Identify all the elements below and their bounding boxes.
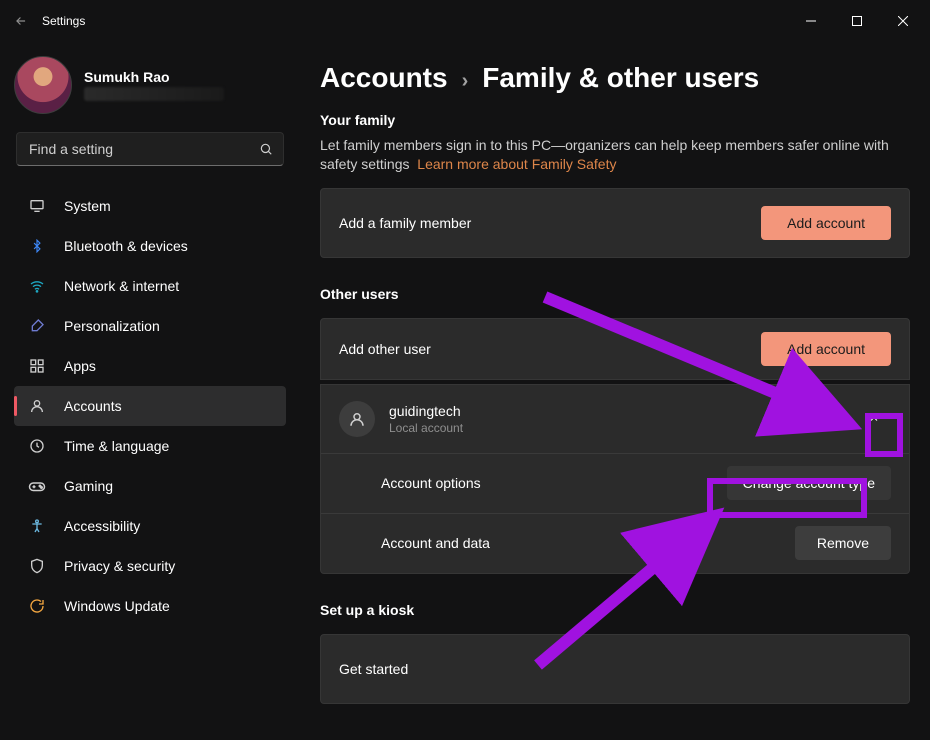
arrow-left-icon <box>14 14 28 28</box>
window-close[interactable] <box>880 0 926 42</box>
account-options-label: Account options <box>381 475 481 491</box>
accessibility-icon <box>28 517 46 535</box>
nav-accounts[interactable]: Accounts <box>14 386 286 426</box>
update-icon <box>28 597 46 615</box>
nav-apps[interactable]: Apps <box>14 346 286 386</box>
add-family-card: Add a family member Add account <box>320 188 910 258</box>
profile-email-redacted <box>84 87 224 101</box>
paintbrush-icon <box>28 317 46 335</box>
remove-account-button[interactable]: Remove <box>795 526 891 560</box>
change-account-type-button[interactable]: Change account type <box>727 466 891 500</box>
system-icon <box>28 197 46 215</box>
family-description: Let family members sign in to this PC—or… <box>320 136 910 174</box>
account-options-row: Account options Change account type <box>321 453 909 513</box>
apps-icon <box>28 357 46 375</box>
shield-icon <box>28 557 46 575</box>
user-avatar-icon <box>339 401 375 437</box>
nav-label: Gaming <box>64 478 113 494</box>
other-users-card: Add other user Add account <box>320 318 910 380</box>
user-type: Local account <box>389 421 463 435</box>
add-other-user-row: Add other user Add account <box>321 319 909 379</box>
other-users-heading: Other users <box>320 286 910 302</box>
add-family-account-button[interactable]: Add account <box>761 206 891 240</box>
chevron-up-icon <box>868 413 880 425</box>
nav-personalization[interactable]: Personalization <box>14 306 286 346</box>
add-family-label: Add a family member <box>339 215 471 231</box>
search-field[interactable] <box>16 132 284 166</box>
wifi-icon <box>28 277 46 295</box>
window-minimize[interactable] <box>788 0 834 42</box>
nav-bluetooth[interactable]: Bluetooth & devices <box>14 226 286 266</box>
family-safety-link[interactable]: Learn more about Family Safety <box>417 156 616 172</box>
add-other-user-label: Add other user <box>339 341 431 357</box>
profile-block[interactable]: Sumukh Rao <box>14 52 286 132</box>
search-icon <box>259 142 273 156</box>
minimize-icon <box>806 16 816 26</box>
nav-time[interactable]: Time & language <box>14 426 286 466</box>
content: Accounts › Family & other users Your fam… <box>300 42 930 740</box>
nav-system[interactable]: System <box>14 186 286 226</box>
nav-label: Privacy & security <box>64 558 175 574</box>
breadcrumb-leaf: Family & other users <box>482 62 759 94</box>
breadcrumb: Accounts › Family & other users <box>320 62 910 94</box>
collapse-button[interactable] <box>857 402 891 436</box>
person-icon <box>28 397 46 415</box>
user-name: guidingtech <box>389 403 463 419</box>
family-heading: Your family <box>320 112 910 128</box>
kiosk-heading: Set up a kiosk <box>320 602 910 618</box>
window-maximize[interactable] <box>834 0 880 42</box>
nav-label: Windows Update <box>64 598 170 614</box>
clock-icon <box>28 437 46 455</box>
nav-label: Bluetooth & devices <box>64 238 188 254</box>
nav-label: Apps <box>64 358 96 374</box>
nav-label: Personalization <box>64 318 160 334</box>
nav-gaming[interactable]: Gaming <box>14 466 286 506</box>
kiosk-card[interactable]: Get started <box>320 634 910 704</box>
nav-accessibility[interactable]: Accessibility <box>14 506 286 546</box>
chevron-right-icon: › <box>462 70 469 93</box>
breadcrumb-parent[interactable]: Accounts <box>320 62 448 94</box>
bluetooth-icon <box>28 237 46 255</box>
profile-name: Sumukh Rao <box>84 69 224 85</box>
nav-label: Accounts <box>64 398 122 414</box>
window-title: Settings <box>42 14 85 28</box>
nav-list: System Bluetooth & devices Network & int… <box>14 186 286 626</box>
add-other-user-button[interactable]: Add account <box>761 332 891 366</box>
sidebar: Sumukh Rao System Bluetooth & devices <box>0 42 300 740</box>
gamepad-icon <box>28 477 46 495</box>
user-card-guidingtech: guidingtech Local account Account option… <box>320 384 910 574</box>
titlebar: Settings <box>0 0 930 42</box>
close-icon <box>898 16 908 26</box>
back-button[interactable] <box>4 4 38 38</box>
nav-update[interactable]: Windows Update <box>14 586 286 626</box>
search-input[interactable] <box>27 140 259 158</box>
account-data-label: Account and data <box>381 535 490 551</box>
nav-label: Time & language <box>64 438 169 454</box>
nav-label: Accessibility <box>64 518 140 534</box>
user-header-row[interactable]: guidingtech Local account <box>321 385 909 453</box>
nav-network[interactable]: Network & internet <box>14 266 286 306</box>
nav-label: System <box>64 198 111 214</box>
kiosk-get-started-label: Get started <box>339 661 408 677</box>
account-data-row: Account and data Remove <box>321 513 909 573</box>
nav-privacy[interactable]: Privacy & security <box>14 546 286 586</box>
nav-label: Network & internet <box>64 278 179 294</box>
avatar <box>14 56 72 114</box>
maximize-icon <box>852 16 862 26</box>
